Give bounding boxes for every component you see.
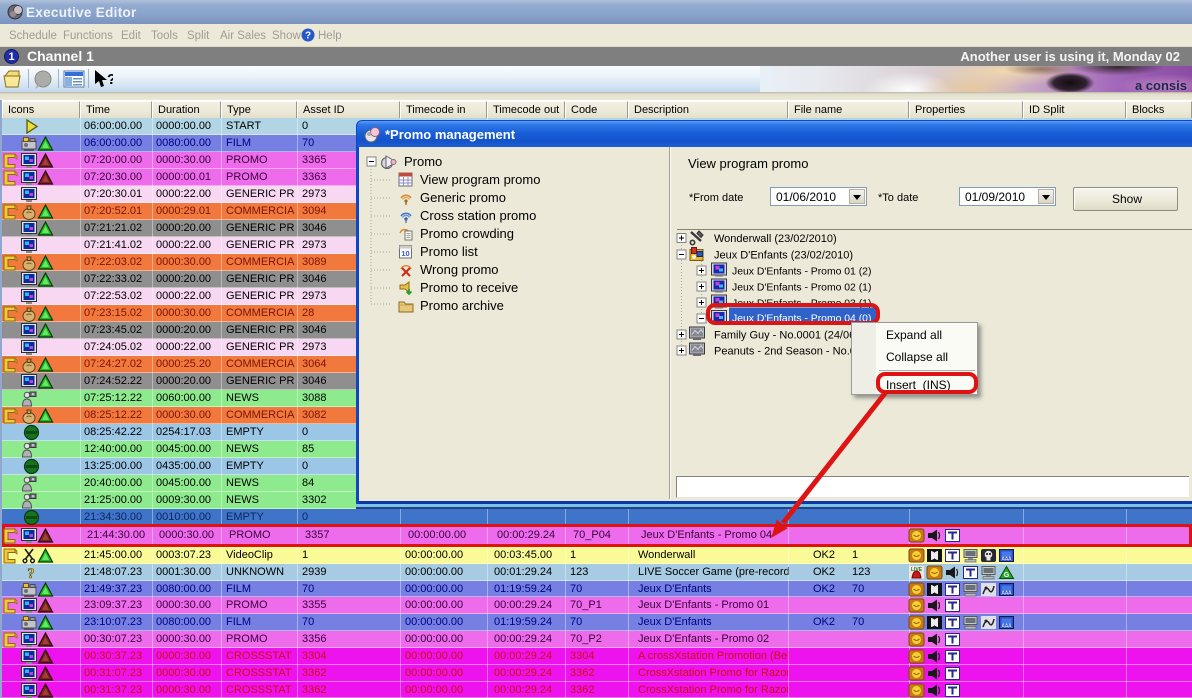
svg-text:Jeux D'Enfants - Promo 02 (1): Jeux D'Enfants - Promo 02 (1)	[732, 283, 871, 294]
svg-text:Family Guy - No.0001 (24/06: Family Guy - No.0001 (24/06	[714, 330, 855, 342]
svg-text:Jeux D'Enfants - Promo 01 (2): Jeux D'Enfants - Promo 01 (2)	[732, 267, 871, 278]
svg-text:Peanuts - 2nd Season - No.0: Peanuts - 2nd Season - No.0	[714, 346, 856, 358]
svg-text:?: ?	[107, 71, 113, 88]
svg-text:Wonderwall (23/02/2010): Wonderwall (23/02/2010)	[714, 233, 837, 245]
svg-text:Jeux D'Enfants (23/02/2010): Jeux D'Enfants (23/02/2010)	[714, 250, 853, 262]
svg-text:?: ?	[305, 31, 311, 42]
